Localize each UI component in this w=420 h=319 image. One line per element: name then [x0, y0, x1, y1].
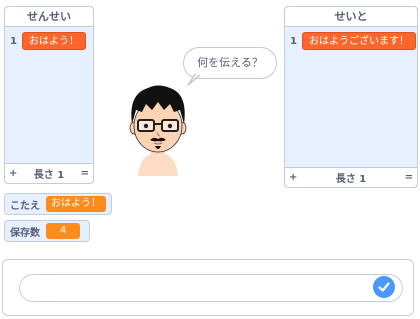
list-item-index: 1 [290, 35, 297, 47]
resize-handle[interactable]: = [405, 172, 413, 183]
add-item-button[interactable]: + [289, 172, 297, 183]
list-length-label: 長さ 1 [33, 170, 65, 181]
list-length-label: 長さ 1 [335, 174, 367, 185]
ask-input[interactable] [19, 274, 403, 302]
submit-button[interactable] [373, 276, 395, 298]
list-item: 1 おはようございます！ [290, 31, 416, 51]
variable-monitor-answer: こたえ おはよう！ [4, 193, 112, 215]
list-item-value[interactable]: おはよう！ [22, 32, 86, 50]
speech-bubble: 何を伝える？ [183, 47, 277, 86]
list-monitor-sensei: せんせい 1 おはよう！ + 長さ 1 = [4, 6, 94, 184]
add-item-button[interactable]: + [9, 168, 17, 179]
list-item-value[interactable]: おはようございます！ [302, 32, 416, 50]
list-footer: + 長さ 1 = [285, 167, 417, 187]
list-item: 1 おはよう！ [10, 31, 86, 51]
list-monitor-seito: せいと 1 おはようございます！ + 長さ 1 = [284, 6, 418, 188]
variable-monitor-saved-count: 保存数 4 [4, 220, 90, 242]
variable-label: 保存数 [10, 227, 40, 239]
speech-bubble-text: 何を伝える？ [197, 56, 263, 69]
check-icon [378, 282, 390, 292]
list-footer: + 長さ 1 = [5, 163, 93, 183]
resize-handle[interactable]: = [81, 168, 89, 179]
variable-value: 4 [46, 223, 80, 239]
sprite-avatar[interactable] [126, 80, 190, 176]
variable-label: こたえ [10, 200, 40, 212]
list-title: せんせい [5, 7, 93, 27]
list-title: せいと [285, 7, 417, 27]
variable-value: おはよう！ [46, 196, 106, 212]
ask-prompt [2, 259, 414, 316]
list-item-index: 1 [10, 35, 17, 47]
